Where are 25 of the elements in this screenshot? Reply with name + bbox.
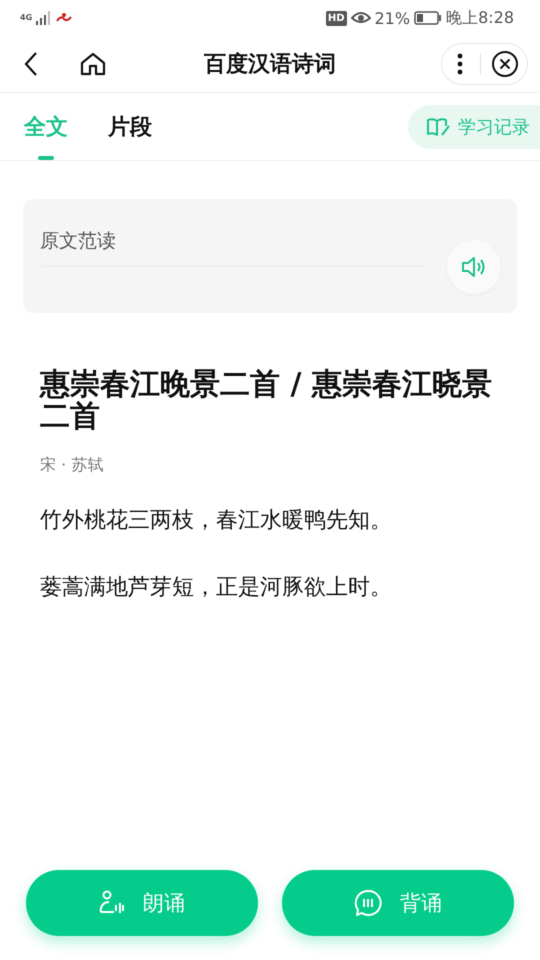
tab[interactable]: 全文 (24, 93, 68, 160)
speaker-icon (461, 255, 487, 279)
clock-time: 晚上8:28 (446, 8, 514, 28)
tab[interactable]: 片段 (108, 93, 152, 160)
person-voice-icon (99, 890, 125, 916)
study-record-button[interactable]: 学习记录 (408, 104, 540, 148)
poem-author: 宋 · 苏轼 (40, 455, 104, 476)
signal-icon (36, 11, 52, 25)
page-title: 百度汉语诗词 (204, 50, 336, 79)
battery-percent: 21% (374, 8, 410, 28)
eye-icon (350, 11, 370, 25)
book-icon (426, 116, 452, 136)
poem-line: 蒌蒿满地芦芽短，正是河豚欲上时。 (40, 574, 393, 602)
memorize-button[interactable]: 背诵 (282, 870, 514, 936)
poem-title: 惠崇春江晚景二首 / 惠崇春江晓景二首 (40, 369, 493, 433)
audio-card-title: 原文范读 (40, 228, 425, 266)
close-icon[interactable] (491, 50, 519, 78)
chat-bubble-icon (354, 889, 382, 917)
home-icon[interactable] (80, 52, 106, 76)
back-icon[interactable] (24, 51, 38, 77)
poem-line: 竹外桃花三两枝，春江水暖鸭先知。 (40, 507, 393, 535)
hd-badge: HD (326, 10, 346, 26)
recite-button[interactable]: 朗诵 (26, 870, 258, 936)
battery-icon (414, 11, 442, 25)
network-label: 4G (20, 14, 32, 22)
